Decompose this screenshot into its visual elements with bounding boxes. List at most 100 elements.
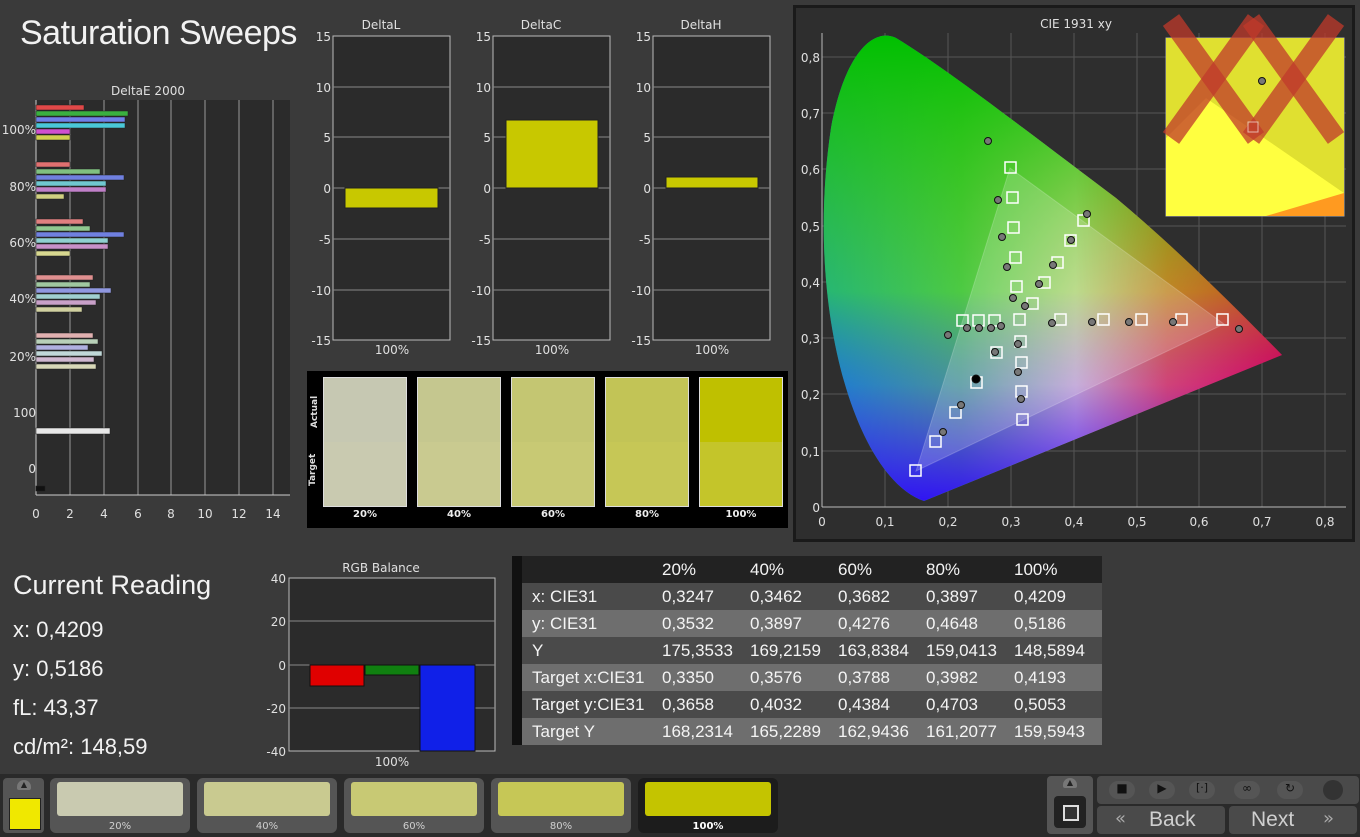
patch (323, 377, 407, 507)
deltae-bar (35, 104, 85, 111)
rgb-balance-chart: RGB Balance 40 20 0 -20 -40 100% (266, 561, 496, 769)
deltae-bar (35, 281, 91, 288)
svg-text:0,2: 0,2 (801, 388, 820, 402)
table-row: Target y:CIE31 0,3658 0,4032 0,4384 0,4703 0,… (512, 691, 1102, 718)
svg-text:0,7: 0,7 (1252, 515, 1271, 529)
patch-label: 40% (447, 509, 471, 520)
scroll-up-icon[interactable]: ▲ (1063, 778, 1077, 788)
deltae-title: DeltaE 2000 (111, 84, 185, 98)
next-button[interactable]: Next » (1229, 806, 1357, 834)
step-icon[interactable]: [·] (1189, 781, 1215, 799)
svg-text:0,3: 0,3 (801, 332, 820, 346)
patch-label: 80% (635, 509, 659, 520)
deltaL-bar (344, 187, 439, 209)
deltaC-bar (505, 119, 599, 189)
sweep-swatch-button[interactable]: 40% (197, 778, 337, 833)
rgb-blue-bar (419, 664, 476, 752)
current-color-control[interactable]: ▲ (3, 778, 44, 833)
sweep-swatch-button[interactable]: 100% (638, 778, 778, 833)
deltae-bar (35, 293, 101, 300)
sweep-swatch-button[interactable]: 60% (344, 778, 484, 833)
svg-text:0,8: 0,8 (1315, 515, 1334, 529)
deltae-y-label: 20% (9, 350, 36, 364)
svg-text:0: 0 (812, 501, 820, 515)
svg-text:-5: -5 (479, 233, 491, 247)
deltae-bar (35, 306, 83, 313)
patch-target (512, 442, 594, 506)
refresh-icon[interactable]: ↻ (1277, 781, 1303, 799)
deltaC-xlabel: 100% (535, 343, 569, 357)
patch-label: 20% (353, 509, 377, 520)
scroll-up-icon[interactable]: ▲ (17, 780, 31, 790)
svg-text:0,4: 0,4 (1064, 515, 1083, 529)
deltae-bar (35, 110, 129, 117)
svg-text:0,4: 0,4 (801, 276, 820, 290)
deltae-x-label: 0 (32, 507, 40, 521)
patch (511, 377, 595, 507)
svg-text:-40: -40 (266, 745, 286, 759)
patch-actual (606, 378, 688, 442)
swatch-color (57, 782, 183, 816)
deltae-bar (35, 174, 125, 181)
deltae-bar (35, 161, 71, 168)
deltae-chart: DeltaE 2000 100% 80% 60% 40% 20% 100 0 0… (2, 84, 290, 521)
stop-icon[interactable]: ■ (1109, 781, 1135, 799)
deltae-x-label: 6 (134, 507, 142, 521)
deltae-bar (35, 350, 103, 357)
svg-text:5: 5 (643, 131, 651, 145)
svg-text:10: 10 (316, 81, 331, 95)
patch-label: 100% (725, 509, 757, 520)
deltaC-title: DeltaC (521, 18, 561, 32)
actual-label: Actual (310, 395, 320, 428)
svg-text:5: 5 (323, 131, 331, 145)
sweep-swatch-button[interactable]: 20% (50, 778, 190, 833)
back-label: Back (1149, 808, 1196, 831)
svg-text:-5: -5 (319, 233, 331, 247)
svg-text:15: 15 (476, 30, 491, 44)
page-title: Saturation Sweeps (20, 14, 297, 52)
play-icon[interactable]: ▶ (1149, 781, 1175, 799)
deltaH-bar (665, 176, 759, 189)
deltaL-xlabel: 100% (375, 343, 409, 357)
deltae-bar (35, 218, 84, 225)
stop-square-icon[interactable] (1054, 796, 1086, 828)
deltae-bar (35, 338, 99, 345)
cie-chart: CIE 1931 xy 0,80,7 0,60,5 0,40,3 0,20,1 … (796, 8, 1352, 539)
svg-text:0: 0 (323, 182, 331, 196)
table-header: 20% (662, 556, 750, 583)
table-header: 80% (926, 556, 1014, 583)
svg-text:15: 15 (316, 30, 331, 44)
rgb-red-bar (309, 664, 365, 687)
svg-text:5: 5 (483, 131, 491, 145)
swatch-color (351, 782, 477, 816)
swatch-label: 100% (692, 821, 724, 832)
svg-text:0: 0 (278, 659, 286, 673)
svg-text:0,5: 0,5 (1127, 515, 1146, 529)
deltaL-chart: DeltaL 15 10 5 0 -5 -10 -15 100% (311, 18, 451, 357)
patch-target (418, 442, 500, 506)
deltae-bar (35, 193, 65, 200)
deltae-bar (35, 225, 91, 232)
deltae-bar (35, 122, 126, 129)
svg-text:10: 10 (476, 81, 491, 95)
swatch-label: 60% (402, 821, 426, 832)
loop-icon[interactable]: ∞ (1234, 781, 1260, 799)
rgb-xlabel: 100% (375, 755, 409, 769)
svg-text:0: 0 (643, 182, 651, 196)
deltae-bar (35, 363, 97, 370)
view-toggle-control[interactable]: ▲ (1047, 776, 1093, 834)
svg-text:-10: -10 (311, 284, 331, 298)
svg-text:-10: -10 (471, 284, 491, 298)
sweep-swatch-button[interactable]: 80% (491, 778, 631, 833)
svg-text:0,1: 0,1 (875, 515, 894, 529)
patch-label: 60% (541, 509, 565, 520)
chevron-right-icon: » (1323, 808, 1335, 829)
table-header: 100% (1014, 556, 1102, 583)
deltae-x-label: 8 (167, 507, 175, 521)
back-button[interactable]: « Back (1097, 806, 1225, 834)
target-label: Target (308, 453, 318, 486)
deltae-x-label: 14 (265, 507, 280, 521)
deltae-bar (35, 332, 94, 339)
deltae-x-label: 10 (197, 507, 212, 521)
delta-charts: DeltaL 15 10 5 0 -5 -10 -15 100% DeltaC 15 1… (311, 18, 771, 357)
